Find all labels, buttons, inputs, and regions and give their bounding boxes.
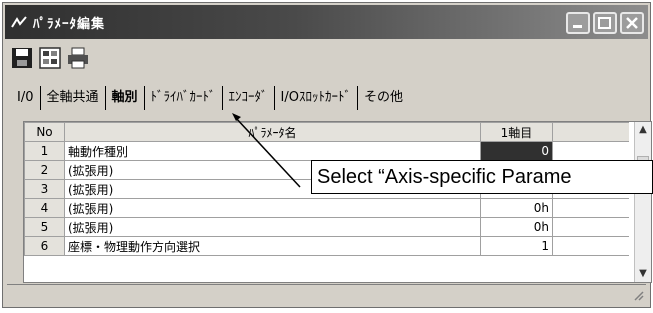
- annotation-callout: Select “Axis-specific Parame: [311, 160, 653, 194]
- callout-arrow: [232, 113, 301, 188]
